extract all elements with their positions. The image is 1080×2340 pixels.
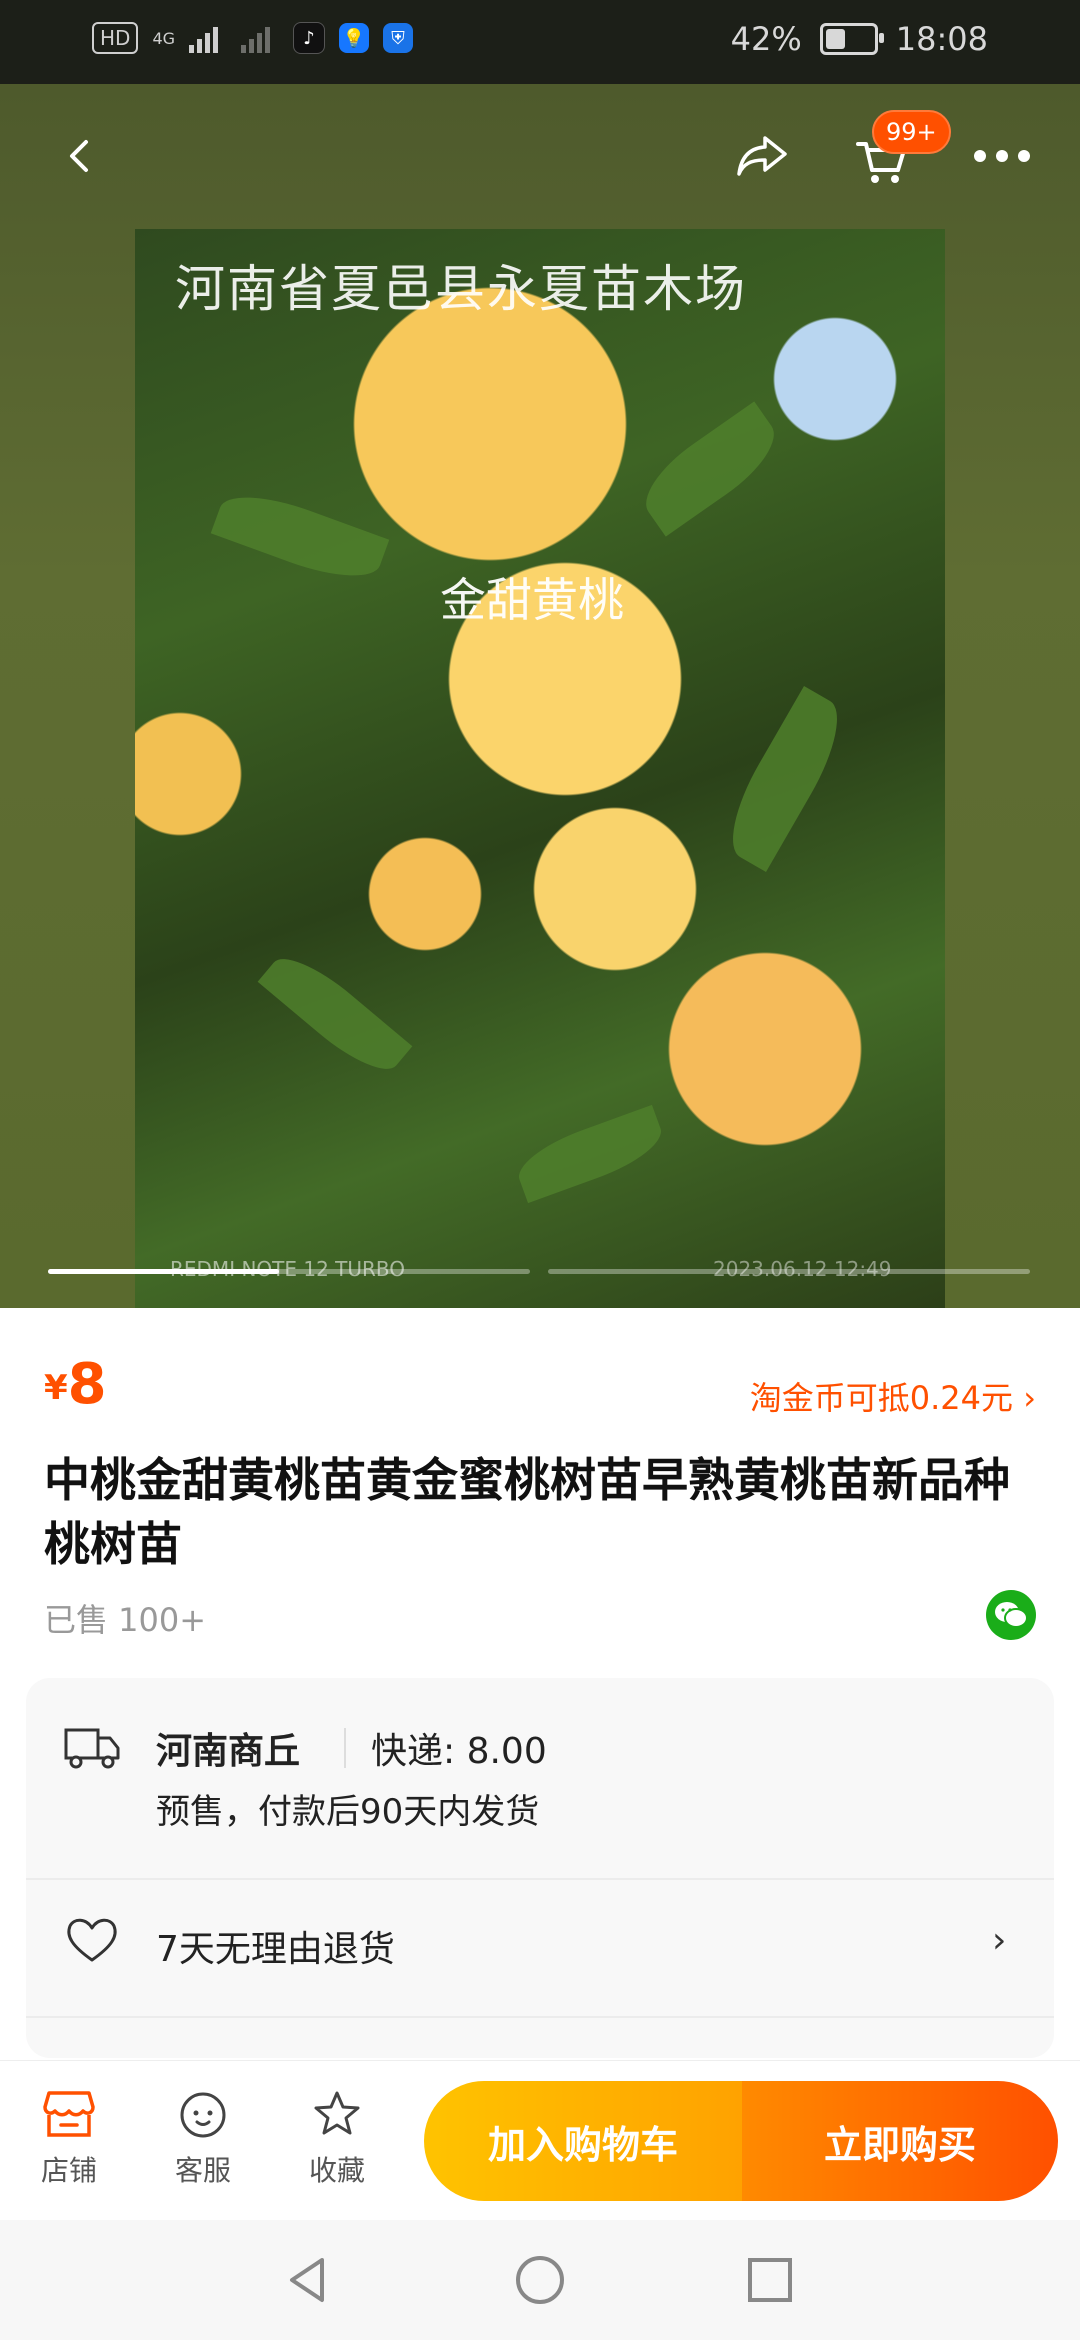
leaf-shape bbox=[257, 943, 413, 1085]
wechat-share-button[interactable] bbox=[986, 1590, 1036, 1640]
gallery-progress-fill bbox=[48, 1269, 280, 1274]
product-photo[interactable]: 河南省夏邑县永夏苗木场 金甜黄桃 bbox=[135, 229, 945, 1308]
chevron-right-icon: › bbox=[1023, 1379, 1036, 1417]
product-gallery[interactable]: 河南省夏邑县永夏苗木场 金甜黄桃 REDMI NOTE 12 TURBO 202… bbox=[0, 84, 1080, 1308]
photo-caption-mid: 金甜黄桃 bbox=[440, 573, 624, 627]
coin-offer-label: 淘金币可抵0.24元 bbox=[749, 1379, 1014, 1417]
signal-icon bbox=[189, 23, 227, 53]
gallery-progress-1 bbox=[48, 1269, 530, 1274]
divider bbox=[344, 1728, 346, 1768]
product-title: 中桃金甜黄桃苗黄金蜜桃树苗早熟黄桃苗新品种桃树苗 bbox=[44, 1453, 1010, 1571]
leaf-shape bbox=[714, 686, 856, 872]
currency-symbol: ¥ bbox=[44, 1368, 68, 1408]
share-button[interactable] bbox=[722, 116, 802, 196]
service-label: 客服 bbox=[174, 2154, 231, 2187]
more-button[interactable] bbox=[962, 116, 1042, 196]
gallery-progress-2 bbox=[548, 1269, 1030, 1274]
battery-fill bbox=[825, 29, 845, 49]
leaf-shape bbox=[210, 481, 390, 592]
battery-icon bbox=[819, 23, 884, 55]
back-button[interactable] bbox=[40, 116, 120, 196]
store-label: 店铺 bbox=[40, 2154, 97, 2187]
service-icon bbox=[180, 2092, 226, 2138]
tiktok-icon: ♪ bbox=[293, 22, 326, 54]
nav-recents-icon[interactable] bbox=[740, 2250, 800, 2310]
divider bbox=[26, 2016, 1054, 2018]
star-icon bbox=[314, 2091, 360, 2135]
photo-caption-top: 河南省夏邑县永夏苗木场 bbox=[175, 260, 747, 318]
network-type: 4G bbox=[152, 28, 176, 48]
service-card: 河南商丘 快递: 8.00 预售，付款后90天内发货 7天无理由退货 › bbox=[26, 1678, 1054, 2058]
customer-service-button[interactable]: 客服 bbox=[158, 2089, 248, 2189]
more-icon bbox=[974, 150, 1030, 162]
heart-icon bbox=[67, 1918, 117, 1962]
shield-icon: ⛨ bbox=[383, 23, 414, 53]
add-to-cart-button[interactable]: 加入购物车 bbox=[424, 2081, 742, 2201]
nav-back-icon[interactable] bbox=[278, 2250, 338, 2310]
status-bar: HD 4G ♪ 💡 ⛨ 42% 18:08 bbox=[0, 0, 1080, 84]
favorite-button[interactable]: 收藏 bbox=[292, 2089, 382, 2189]
buy-now-button[interactable]: 立即购买 bbox=[742, 2081, 1058, 2201]
bottom-action-bar: 店铺 客服 收藏 加入购物车 立即购买 bbox=[0, 2060, 1080, 2221]
price-value: 8 bbox=[67, 1352, 107, 1417]
sold-count: 已售 100+ bbox=[44, 1601, 207, 1639]
ship-origin: 河南商丘 bbox=[156, 1731, 301, 1772]
signal-icon bbox=[241, 23, 279, 53]
cart-count-badge: 99+ bbox=[872, 110, 951, 154]
price: ¥8 bbox=[44, 1352, 107, 1417]
clock: 18:08 bbox=[895, 20, 988, 58]
coin-offer-link[interactable]: 淘金币可抵0.24元 › bbox=[750, 1373, 1036, 1419]
back-icon bbox=[70, 140, 88, 172]
hd-icon: HD bbox=[92, 22, 139, 54]
chevron-right-icon: › bbox=[992, 1920, 1007, 1961]
nav-home-icon[interactable] bbox=[510, 2250, 570, 2310]
divider bbox=[26, 1878, 1054, 1880]
truck-icon bbox=[64, 1728, 120, 1769]
returns-label: 7天无理由退货 bbox=[156, 1929, 395, 1970]
bulb-icon: 💡 bbox=[339, 23, 370, 53]
share-icon bbox=[737, 136, 787, 176]
shipping-note: 预售，付款后90天内发货 bbox=[156, 1792, 540, 1832]
battery-percent: 42% bbox=[730, 20, 802, 58]
store-button[interactable]: 店铺 bbox=[24, 2089, 114, 2189]
shipping-fee: 快递: 8.00 bbox=[371, 1731, 547, 1772]
system-nav-bar bbox=[0, 2220, 1080, 2340]
favorite-label: 收藏 bbox=[308, 2154, 365, 2187]
leaf-shape bbox=[631, 401, 789, 537]
leaf-shape bbox=[510, 1104, 670, 1204]
wechat-icon bbox=[995, 1602, 1028, 1628]
store-icon bbox=[43, 2091, 95, 2137]
